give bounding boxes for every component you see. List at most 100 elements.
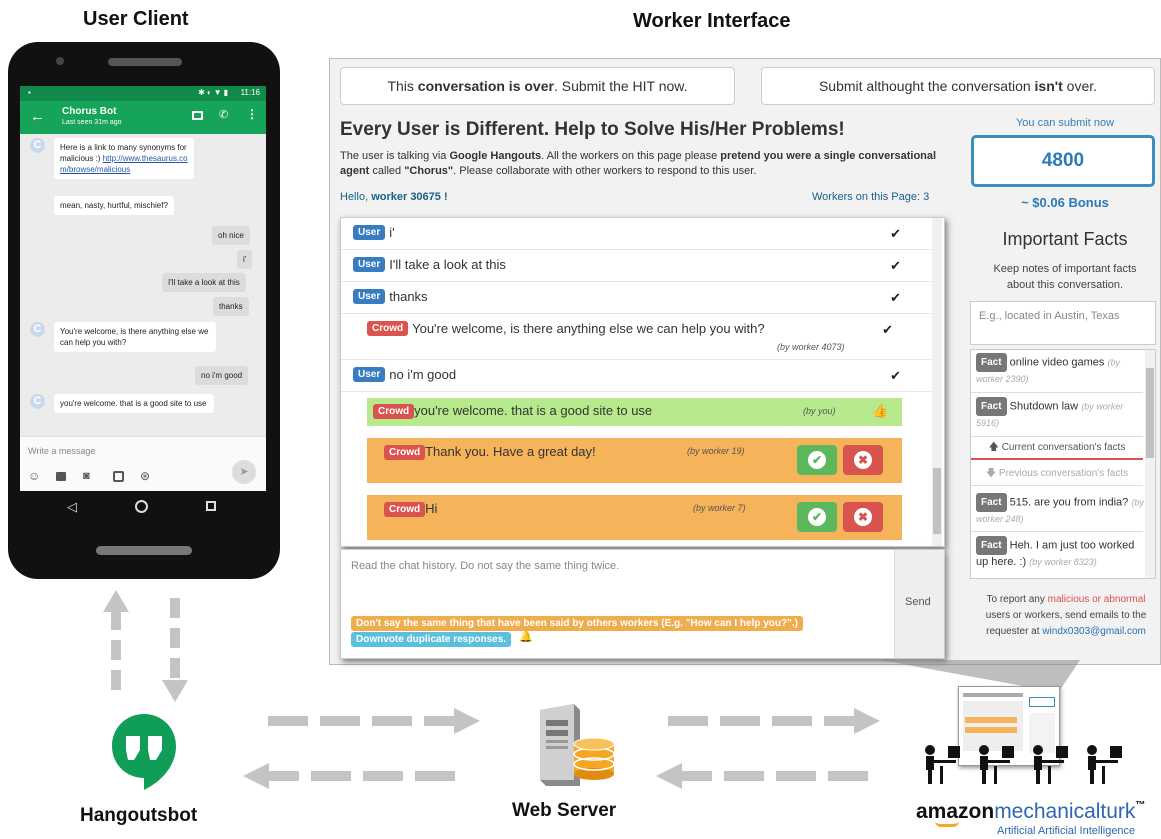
facts-list: Fact online video games (by worker 2390)… <box>970 349 1156 579</box>
upvote-button[interactable]: ✔ <box>797 445 837 475</box>
arrow-right-dash <box>824 716 854 726</box>
arrow-left-dash <box>311 771 351 781</box>
worker-name: worker 30675 <box>371 191 441 203</box>
requester-email[interactable]: windx0303@gmail.com <box>1042 626 1146 637</box>
web-server-icon <box>530 700 620 790</box>
response-input[interactable]: Read the chat history. Do not say the sa… <box>351 560 619 572</box>
arrow-left-dash <box>724 771 764 781</box>
arrow-up-head <box>103 590 129 612</box>
nav-recents-icon[interactable] <box>206 501 216 511</box>
user-badge: User <box>353 289 386 305</box>
worker-interface-title: Worker Interface <box>633 10 791 32</box>
arrow-left-head <box>243 763 269 789</box>
chat-message: You're welcome, is there anything else w… <box>54 322 216 352</box>
video-call-icon[interactable] <box>192 111 203 120</box>
crowd-badge: Crowd <box>367 321 409 337</box>
task-description: The user is talking via Google Hangouts.… <box>340 149 940 179</box>
times-circle-icon: ✖ <box>854 450 872 469</box>
chat-scrollbar[interactable] <box>932 218 942 546</box>
send-button[interactable]: Send <box>894 550 944 658</box>
score-box: 4800 <box>971 135 1155 187</box>
scrollbar-thumb[interactable] <box>1146 368 1154 458</box>
image-icon[interactable] <box>56 472 66 481</box>
downvote-button[interactable]: ✖ <box>843 445 883 475</box>
bell-icon[interactable]: 🔔 <box>519 630 533 643</box>
previous-facts-tab[interactable]: 🡇 Previous conversation's facts <box>971 462 1143 486</box>
chat-message: I'll take a look at this <box>162 273 246 292</box>
bonus-amount: ~ $0.06 Bonus <box>1021 195 1109 210</box>
chat-row: User I'll take a look at this ✔ <box>341 250 931 282</box>
camera-icon[interactable]: ◙ <box>83 470 90 482</box>
chat-message: thanks <box>213 297 249 316</box>
thumb-row <box>965 717 1017 723</box>
user-badge: User <box>353 225 386 241</box>
fact-badge: Fact <box>976 397 1007 416</box>
button-text-bold: conversation is over <box>417 78 554 94</box>
chat-row: User thanks ✔ <box>341 282 931 314</box>
bot-avatar: C <box>30 138 45 153</box>
user-client-title: User Client <box>83 8 189 30</box>
amazon-wordmark: amazon <box>916 800 995 823</box>
arrow-right-dash <box>372 716 412 726</box>
button-text-bold: isn't <box>1034 78 1063 94</box>
chat-text: thanks <box>389 289 428 305</box>
phone-call-icon[interactable]: ✆ <box>219 108 228 121</box>
chat-message: no i'm good <box>195 366 249 385</box>
arrow-right-dash <box>268 716 308 726</box>
crowd-badge: Crowd <box>373 404 415 420</box>
report-highlight: malicious or abnormal <box>1047 594 1146 605</box>
button-text: This <box>387 78 418 94</box>
fact-input[interactable]: E.g., located in Austin, Texas <box>970 301 1156 345</box>
chat-text: i' <box>389 225 395 241</box>
mechanical-turk-wordmark: mechanicalturk <box>994 800 1136 823</box>
scrollbar-thumb[interactable] <box>933 468 941 534</box>
current-facts-tab[interactable]: 🡅 Current conversation's facts <box>971 436 1143 460</box>
facts-scrollbar[interactable] <box>1145 350 1155 578</box>
notification-icon: ▪ <box>28 88 31 97</box>
check-icon: ✔ <box>890 226 901 241</box>
bot-avatar: C <box>30 322 45 337</box>
nav-home-icon[interactable] <box>135 500 148 513</box>
user-badge: User <box>353 367 386 383</box>
divider <box>971 392 1143 393</box>
fact-author: (by worker 8323) <box>1029 557 1097 567</box>
check-icon: ✔ <box>890 258 901 273</box>
arrow-right-dash <box>668 716 708 726</box>
chat-text: no i'm good <box>389 367 457 383</box>
arrow-down-dash <box>170 658 180 678</box>
message-input[interactable]: Write a message <box>28 446 95 456</box>
back-arrow-icon[interactable]: ← <box>30 108 45 125</box>
more-options-icon[interactable]: ⋮ <box>246 107 258 121</box>
check-circle-icon: ✔ <box>808 507 826 526</box>
own-candidate-response: Crowd you're welcome. that is a good site… <box>367 398 902 426</box>
chat-message: mean, nasty, hurtful, mischief? <box>54 196 174 215</box>
sticker-icon[interactable] <box>113 471 124 482</box>
arrow-down-icon: 🡇 <box>985 468 999 479</box>
fact-text: 515. are you from india? <box>1009 496 1129 509</box>
nav-back-icon[interactable]: ◁ <box>67 499 77 515</box>
desc-text: . Please collaborate with other workers … <box>453 165 757 177</box>
android-nav-bar: ◁ <box>20 491 266 525</box>
thumb-row <box>965 727 1017 733</box>
report-text: To report any <box>986 594 1048 605</box>
arrow-right-dash <box>424 716 454 726</box>
upvote-button[interactable]: ✔ <box>797 502 837 532</box>
emoji-icon[interactable]: ☺ <box>28 469 40 483</box>
fact-badge: Fact <box>976 493 1007 512</box>
submit-conversation-over-button[interactable]: This conversation is over. Submit the HI… <box>340 67 735 105</box>
check-icon: ✔ <box>882 322 893 337</box>
worker-interface-panel: This conversation is over. Submit the HI… <box>329 58 1161 665</box>
downvote-button[interactable]: ✖ <box>843 502 883 532</box>
crowd-badge: Crowd <box>384 502 426 518</box>
chat-text: I'll take a look at this <box>389 257 506 273</box>
desc-text: The user is talking via <box>340 150 450 162</box>
fact-text: Shutdown law <box>1009 400 1079 413</box>
last-seen: Last seen 31m ago <box>62 119 122 126</box>
submit-not-over-button[interactable]: Submit althought the conversation isn't … <box>761 67 1155 105</box>
arrow-left-head <box>656 763 682 789</box>
check-icon: ✔ <box>890 290 901 305</box>
button-text: Submit althought the conversation <box>818 78 1035 94</box>
signal-icons: ✱◐▼▮ <box>198 88 230 97</box>
send-icon[interactable]: ➤ <box>232 460 256 484</box>
location-icon[interactable]: ⊛ <box>140 469 150 483</box>
